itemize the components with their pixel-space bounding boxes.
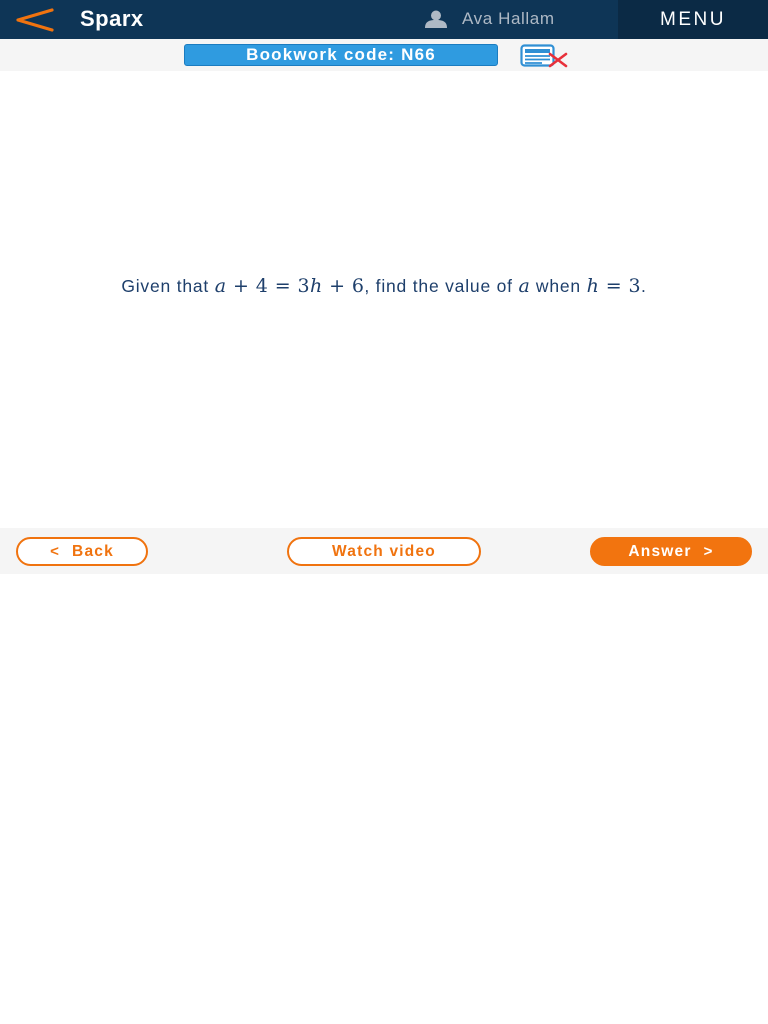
- cond-var-h: h: [586, 275, 600, 297]
- answer-button-label: Answer: [628, 542, 692, 560]
- num-4: 4: [255, 275, 269, 297]
- op-plus: +: [232, 275, 250, 297]
- equation: a + 4 = 3h + 6: [215, 275, 365, 297]
- question-when: when: [535, 276, 581, 296]
- cond-num: 3: [628, 275, 641, 297]
- bottom-nav-bar: < Back Watch video Answer >: [0, 528, 768, 574]
- watch-video-label: Watch video: [332, 542, 436, 560]
- back-button[interactable]: < Back: [16, 537, 148, 566]
- watch-video-button[interactable]: Watch video: [287, 537, 481, 566]
- bookwork-code-badge: Bookwork code: N66: [184, 44, 498, 66]
- question-middle: , find the value of: [364, 276, 513, 296]
- back-button-label: Back: [72, 542, 114, 560]
- num-6: 6: [351, 275, 365, 297]
- user-account[interactable]: Ava Hallam: [424, 8, 555, 30]
- chevron-left-icon[interactable]: [14, 6, 56, 34]
- answer-button[interactable]: Answer >: [590, 537, 752, 566]
- user-name: Ava Hallam: [462, 9, 555, 28]
- op-equals: =: [274, 275, 292, 297]
- coef-3: 3: [297, 275, 310, 297]
- top-bar: Sparx Ava Hallam MENU: [0, 0, 768, 39]
- bookwork-bar: Bookwork code: N66: [0, 39, 768, 71]
- var-a: a: [214, 275, 227, 297]
- app-logo: Sparx: [80, 6, 144, 31]
- condition: h = 3: [587, 275, 641, 297]
- menu-button[interactable]: MENU: [618, 0, 768, 39]
- question-end: .: [641, 276, 647, 296]
- op-plus: +: [329, 275, 346, 297]
- question-prefix: Given that: [121, 276, 210, 296]
- var-h: h: [309, 275, 323, 297]
- question-text: Given that a + 4 = 3h + 6, find the valu…: [40, 276, 728, 297]
- cond-equals: =: [605, 275, 623, 297]
- chevron-right-icon: >: [703, 543, 714, 560]
- target-var-a: a: [518, 275, 531, 297]
- chevron-left-icon: <: [50, 543, 61, 560]
- user-icon: [425, 10, 447, 28]
- calculator-not-allowed-icon[interactable]: [520, 44, 570, 68]
